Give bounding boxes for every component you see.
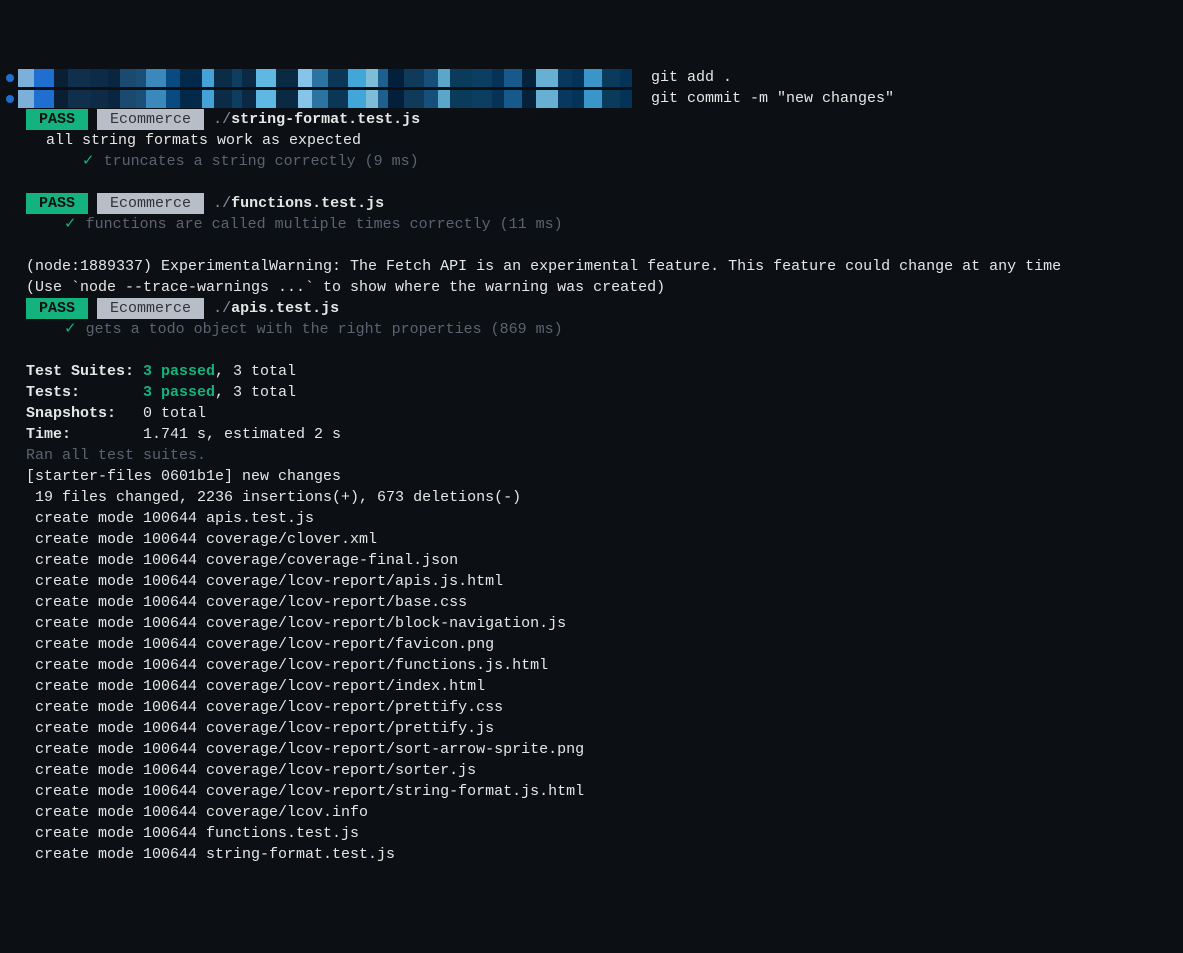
summary-label: Tests: [26, 384, 143, 401]
warning-line: (Use `node --trace-warnings ...` to show… [6, 277, 1177, 298]
summary-passed: 3 passed [143, 363, 215, 380]
test-case: ✓ truncates a string correctly (9 ms) [6, 151, 1177, 172]
path-file: apis.test.js [231, 300, 339, 317]
commit-create-line: create mode 100644 coverage/lcov-report/… [6, 760, 1177, 781]
project-tag: Ecommerce [97, 298, 204, 319]
check-icon: ✓ [64, 321, 77, 338]
command-text: git commit -m "new changes" [642, 88, 894, 109]
summary-label: Test Suites: [26, 363, 143, 380]
summary-label: Time: [26, 426, 143, 443]
commit-create-line: create mode 100644 string-format.test.js [6, 844, 1177, 865]
commit-create-line: create mode 100644 coverage/lcov-report/… [6, 718, 1177, 739]
command-text: git add . [642, 67, 732, 88]
prompt-bar [18, 69, 632, 87]
prompt-line: git add . [6, 67, 1177, 88]
commit-create-line: create mode 100644 apis.test.js [6, 508, 1177, 529]
project-tag: Ecommerce [97, 109, 204, 130]
test-name: functions are called multiple times corr… [86, 216, 563, 233]
prompt-line: git commit -m "new changes" [6, 88, 1177, 109]
commit-create-line: create mode 100644 coverage/lcov-report/… [6, 655, 1177, 676]
commit-header: [starter-files 0601b1e] new changes [6, 466, 1177, 487]
commit-create-line: create mode 100644 coverage/lcov-report/… [6, 697, 1177, 718]
status-badge: PASS [26, 193, 88, 214]
check-icon: ✓ [64, 216, 77, 233]
summary-label: Snapshots: [26, 405, 143, 422]
summary-total: , 3 total [215, 363, 296, 380]
path-prefix: ./ [213, 111, 231, 128]
commit-create-line: create mode 100644 coverage/lcov-report/… [6, 676, 1177, 697]
circle-icon [6, 74, 14, 82]
blank-line [6, 340, 1177, 361]
path-file: functions.test.js [231, 195, 384, 212]
path-prefix: ./ [213, 300, 231, 317]
warning-line: (node:1889337) ExperimentalWarning: The … [6, 256, 1177, 277]
commit-create-line: create mode 100644 coverage/lcov-report/… [6, 571, 1177, 592]
test-suite-header: PASS Ecommerce ./functions.test.js [6, 193, 1177, 214]
blank-line [6, 172, 1177, 193]
circle-icon [6, 95, 14, 103]
test-case: ✓ functions are called multiple times co… [6, 214, 1177, 235]
commit-create-line: create mode 100644 coverage/lcov-report/… [6, 613, 1177, 634]
test-suite-header: PASS Ecommerce ./string-format.test.js [6, 109, 1177, 130]
project-tag: Ecommerce [97, 193, 204, 214]
summary-row: Time: 1.741 s, estimated 2 s [6, 424, 1177, 445]
summary-row: Tests: 3 passed, 3 total [6, 382, 1177, 403]
blank-line [6, 235, 1177, 256]
status-badge: PASS [26, 298, 88, 319]
path-file: string-format.test.js [231, 111, 420, 128]
summary-row: Test Suites: 3 passed, 3 total [6, 361, 1177, 382]
summary-value: 0 total [143, 405, 206, 422]
summary-total: , 3 total [215, 384, 296, 401]
commit-create-line: create mode 100644 coverage/lcov-report/… [6, 634, 1177, 655]
summary-value: 1.741 s, estimated 2 s [143, 426, 341, 443]
test-name: gets a todo object with the right proper… [86, 321, 563, 338]
describe-block: all string formats work as expected [6, 130, 1177, 151]
commit-create-line: create mode 100644 coverage/lcov-report/… [6, 781, 1177, 802]
test-name: truncates a string correctly (9 ms) [104, 153, 419, 170]
commit-create-line: create mode 100644 coverage/lcov-report/… [6, 592, 1177, 613]
test-suite-header: PASS Ecommerce ./apis.test.js [6, 298, 1177, 319]
ran-all-line: Ran all test suites. [6, 445, 1177, 466]
summary-passed: 3 passed [143, 384, 215, 401]
commit-stats: 19 files changed, 2236 insertions(+), 67… [6, 487, 1177, 508]
commit-create-line: create mode 100644 coverage/clover.xml [6, 529, 1177, 550]
commit-create-line: create mode 100644 coverage/lcov.info [6, 802, 1177, 823]
prompt-bar [18, 90, 632, 108]
check-icon: ✓ [82, 153, 95, 170]
test-case: ✓ gets a todo object with the right prop… [6, 319, 1177, 340]
path-prefix: ./ [213, 195, 231, 212]
terminal-output[interactable]: git add . git commit -m "new changes" PA… [6, 67, 1177, 865]
commit-create-line: create mode 100644 coverage/coverage-fin… [6, 550, 1177, 571]
status-badge: PASS [26, 109, 88, 130]
commit-create-line: create mode 100644 coverage/lcov-report/… [6, 739, 1177, 760]
summary-row: Snapshots: 0 total [6, 403, 1177, 424]
commit-create-line: create mode 100644 functions.test.js [6, 823, 1177, 844]
